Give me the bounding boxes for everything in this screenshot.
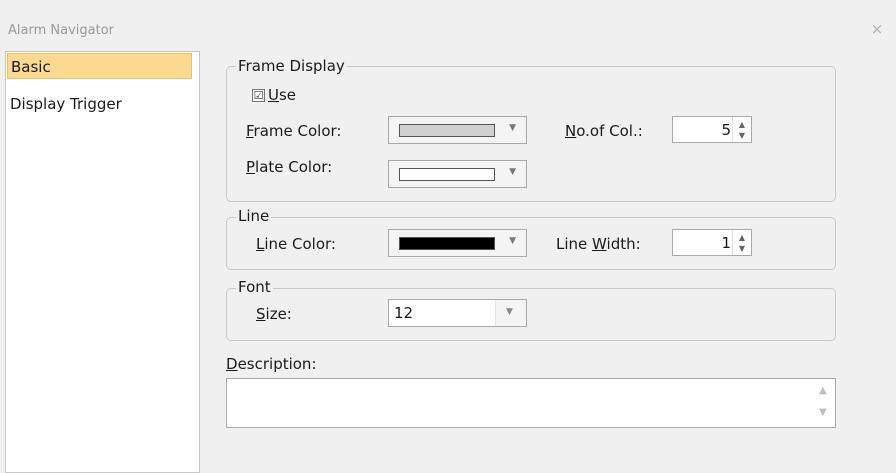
nav-item-display-trigger[interactable]: Display Trigger xyxy=(7,91,192,117)
font-size-select[interactable]: 12 ▼ xyxy=(388,299,527,327)
cols-spin-buttons[interactable]: ▲ ▼ xyxy=(732,117,751,142)
spin-down-icon[interactable]: ▼ xyxy=(733,131,751,140)
line-width-spinbox[interactable]: 1 ▲ ▼ xyxy=(672,229,752,256)
cols-label: No.of Col.: xyxy=(565,122,643,140)
line-color-swatch xyxy=(399,237,495,250)
title-bar xyxy=(0,0,896,46)
frame-color-label: Frame Color: xyxy=(246,122,342,140)
plate-color-picker[interactable]: ▼ xyxy=(388,160,527,188)
font-size-dropdown-button[interactable]: ▼ xyxy=(495,300,526,326)
font-legend: Font xyxy=(236,278,273,296)
frame-display-legend: Frame Display xyxy=(236,57,347,75)
scroll-up-icon[interactable]: ▲ xyxy=(819,385,827,396)
line-width-spin-buttons[interactable]: ▲ ▼ xyxy=(732,230,751,255)
chevron-down-icon: ▼ xyxy=(509,123,516,133)
line-color-picker[interactable]: ▼ xyxy=(388,229,527,257)
plate-color-label: Plate Color: xyxy=(246,158,333,176)
frame-color-swatch xyxy=(399,124,495,137)
chevron-down-icon: ▼ xyxy=(509,167,516,177)
line-width-label: Line Width: xyxy=(556,235,641,253)
plate-color-swatch xyxy=(399,168,495,181)
description-label: Description: xyxy=(226,355,317,373)
spin-down-icon[interactable]: ▼ xyxy=(733,244,751,253)
cols-spinbox[interactable]: 5 ▲ ▼ xyxy=(672,116,752,143)
description-scrollbar[interactable]: ▲ ▼ xyxy=(815,379,835,427)
line-width-value: 1 xyxy=(721,234,731,252)
use-label: Use xyxy=(268,86,297,104)
frame-color-picker[interactable]: ▼ xyxy=(388,116,527,144)
spin-up-icon[interactable]: ▲ xyxy=(733,120,751,129)
font-size-value: 12 xyxy=(394,304,414,322)
description-textarea[interactable]: ▲ ▼ xyxy=(226,378,836,428)
line-color-label: Line Color: xyxy=(256,235,336,253)
cols-value: 5 xyxy=(721,121,731,139)
spin-up-icon[interactable]: ▲ xyxy=(733,233,751,242)
chevron-down-icon: ▼ xyxy=(506,307,513,317)
check-icon: ☑ xyxy=(253,89,264,102)
nav-item-basic[interactable]: Basic xyxy=(7,53,192,79)
scroll-down-icon[interactable]: ▼ xyxy=(819,407,827,418)
use-checkbox[interactable]: ☑ xyxy=(252,89,265,102)
line-legend: Line xyxy=(236,207,272,225)
window-title: Alarm Navigator xyxy=(8,23,114,38)
font-size-label: Size: xyxy=(256,305,292,323)
font-group xyxy=(226,288,836,341)
chevron-down-icon: ▼ xyxy=(509,236,516,246)
close-icon[interactable]: × xyxy=(866,20,888,38)
